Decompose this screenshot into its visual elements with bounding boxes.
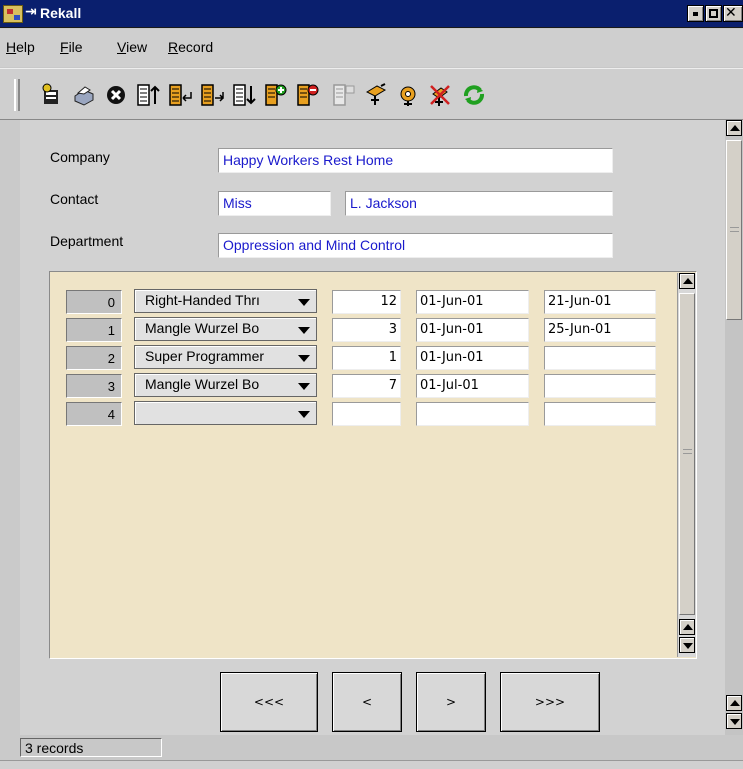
ordered-date-cell[interactable]: 01-Jun-01 — [416, 318, 529, 342]
row-number[interactable]: 0 — [66, 290, 122, 314]
product-value: Mangle Wurzel Bo — [145, 320, 260, 336]
due-date-cell[interactable] — [544, 346, 656, 370]
previous-record-button[interactable]: < — [332, 672, 402, 732]
status-bar: 3 records — [20, 738, 162, 757]
previous-record-icon[interactable] — [166, 81, 194, 109]
product-value: Super Programmer — [145, 348, 265, 364]
scroll-up-icon — [683, 278, 693, 284]
app-icon[interactable] — [3, 5, 23, 23]
scroll-up-icon — [730, 125, 740, 131]
print-icon[interactable] — [70, 81, 98, 109]
due-date-cell[interactable] — [544, 402, 656, 426]
department-field[interactable]: Oppression and Mind Control — [218, 233, 613, 258]
scroll-down-icon — [730, 719, 740, 725]
menu-bar: Help File View Record — [0, 29, 743, 67]
due-date-cell[interactable] — [544, 374, 656, 398]
quantity-cell[interactable]: 1 — [332, 346, 401, 370]
row-number[interactable]: 4 — [66, 402, 122, 426]
company-label: Company — [50, 149, 110, 165]
product-value: Right-Handed Thrı — [145, 292, 260, 308]
refresh-icon[interactable] — [460, 81, 488, 109]
bottom-bar — [0, 760, 743, 769]
product-combo[interactable]: Super Programmer — [134, 345, 317, 369]
dropdown-arrow-icon — [298, 299, 310, 306]
close-button[interactable]: ✕ — [723, 5, 743, 22]
dropdown-arrow-icon — [298, 355, 310, 362]
due-date-cell[interactable]: 25-Jun-01 — [544, 318, 656, 342]
next-record-button[interactable]: > — [416, 672, 486, 732]
thumb-grip-icon — [683, 449, 692, 454]
product-combo[interactable]: Right-Handed Thrı — [134, 289, 317, 313]
subform-scroll-up2-button[interactable] — [679, 619, 695, 635]
scroll-up-icon — [683, 624, 693, 630]
contact-label: Contact — [50, 191, 99, 207]
menu-help[interactable]: Help — [6, 39, 35, 55]
company-field[interactable]: Happy Workers Rest Home — [218, 148, 613, 173]
scroll-up2-button[interactable] — [726, 695, 742, 711]
close-icon: ✕ — [725, 5, 737, 21]
menu-file[interactable]: File — [60, 39, 83, 55]
delete-record-icon[interactable] — [294, 81, 322, 109]
dropdown-arrow-icon — [298, 327, 310, 334]
first-record-button[interactable]: <<< — [220, 672, 318, 732]
subform-scroll-up-button[interactable] — [679, 273, 695, 289]
row-number[interactable]: 1 — [66, 318, 122, 342]
minimize-button[interactable] — [687, 5, 704, 22]
quantity-cell[interactable]: 3 — [332, 318, 401, 342]
scroll-up-icon — [730, 700, 740, 706]
product-combo[interactable] — [134, 401, 317, 425]
form-scrollbar[interactable] — [725, 120, 743, 735]
department-label: Department — [50, 233, 124, 249]
product-combo[interactable]: Mangle Wurzel Bo — [134, 317, 317, 341]
toolbar — [0, 68, 743, 120]
printer-setup-icon[interactable] — [38, 81, 66, 109]
quantity-cell[interactable]: 7 — [332, 374, 401, 398]
title-arrow-icon: ⇥ — [25, 4, 37, 20]
contact-title-field[interactable]: Miss — [218, 191, 331, 216]
clear-icon[interactable] — [426, 81, 454, 109]
scroll-up-button[interactable] — [726, 120, 742, 136]
subform-scroll-thumb[interactable] — [679, 293, 695, 615]
menu-record[interactable]: Record — [168, 39, 213, 55]
dropdown-arrow-icon — [298, 383, 310, 390]
minimize-icon — [693, 12, 698, 16]
maximize-icon — [709, 9, 718, 18]
ordered-date-cell[interactable]: 01-Jun-01 — [416, 346, 529, 370]
due-date-cell[interactable]: 21-Jun-01 — [544, 290, 656, 314]
title-bar: ⇥ Rekall ✕ — [0, 0, 743, 28]
row-number[interactable]: 2 — [66, 346, 122, 370]
last-record-icon[interactable] — [230, 81, 258, 109]
query-icon[interactable] — [330, 81, 358, 109]
subform-scroll-down-button[interactable] — [679, 637, 695, 653]
ordered-date-cell[interactable]: 01-Jun-01 — [416, 290, 529, 314]
dropdown-arrow-icon — [298, 411, 310, 418]
menu-view[interactable]: View — [117, 39, 147, 55]
ordered-date-cell[interactable] — [416, 402, 529, 426]
cancel-icon[interactable] — [102, 81, 130, 109]
window-title: Rekall — [40, 5, 82, 21]
scroll-thumb[interactable] — [726, 140, 742, 320]
next-record-icon[interactable] — [198, 81, 226, 109]
product-combo[interactable]: Mangle Wurzel Bo — [134, 373, 317, 397]
row-number[interactable]: 3 — [66, 374, 122, 398]
thumb-grip-icon — [730, 227, 739, 232]
last-record-button[interactable]: >>> — [500, 672, 600, 732]
maximize-button[interactable] — [705, 5, 722, 22]
toolbar-grip[interactable] — [14, 79, 20, 111]
subform-scrollbar[interactable] — [677, 273, 696, 657]
quantity-cell[interactable]: 12 — [332, 290, 401, 314]
design-icon[interactable] — [362, 81, 390, 109]
contact-name-field[interactable]: L. Jackson — [345, 191, 613, 216]
insert-record-icon[interactable] — [262, 81, 290, 109]
first-record-icon[interactable] — [134, 81, 162, 109]
quantity-cell[interactable] — [332, 402, 401, 426]
window-left-border — [0, 120, 20, 760]
product-value: Mangle Wurzel Bo — [145, 376, 260, 392]
scroll-down-button[interactable] — [726, 713, 742, 729]
ordered-date-cell[interactable]: 01-Jul-01 — [416, 374, 529, 398]
scroll-down-icon — [683, 643, 693, 649]
execute-icon[interactable] — [394, 81, 422, 109]
